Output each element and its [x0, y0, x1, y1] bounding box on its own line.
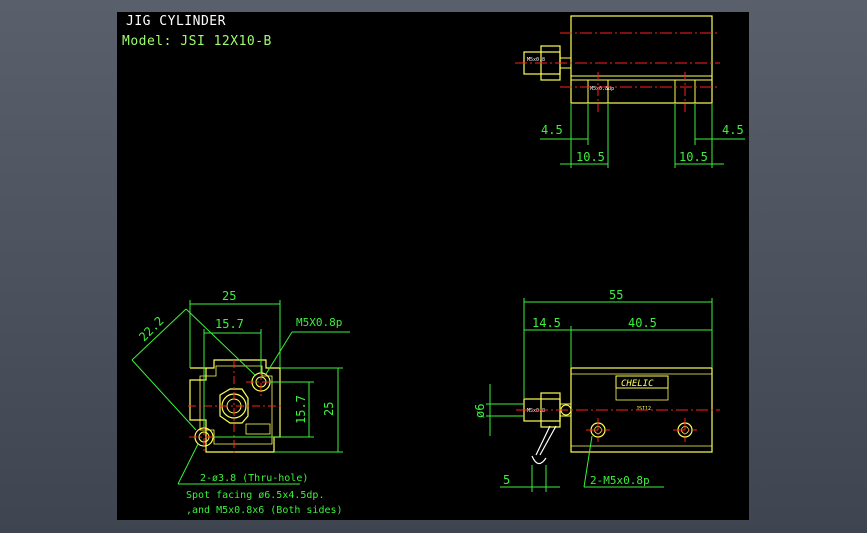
end-view-slot [245, 423, 271, 435]
wrench-sketch [531, 425, 557, 465]
dim-top-left-small: 4.5 [541, 123, 563, 137]
note-spot-facing: Spot facing ø6.5x4.5dp. [186, 490, 324, 501]
note-both-sides: ,and M5x0.8x6 (Both sides) [186, 505, 343, 516]
callout-end-thread: M5X0.8p [296, 316, 342, 329]
dim-end-hole-spacing: 15.7 [215, 317, 244, 331]
dim-end-diagonal: 22.2 [136, 314, 166, 344]
top-view: M5x0.8 M5x0.8dp 4.5 10.5 10.5 4.5 [515, 15, 745, 168]
dim-side-wrench: 5 [503, 473, 510, 487]
dim-end-width: 25 [222, 289, 236, 303]
dim-end-height: 25 [322, 402, 336, 416]
callout-side-ports: 2-M5x0.8p [590, 474, 650, 487]
top-view-rod-label: M5x0.8 [527, 57, 545, 63]
dim-top-left-large: 10.5 [576, 150, 605, 164]
dim-side-rod-dia: ø6 [473, 404, 487, 418]
end-view: 25 22.2 15.7 15.7 25 M5X0.8p 2-ø3.8 (Thr… [131, 289, 350, 516]
brand-label: CHELIC [621, 379, 654, 389]
dim-side-body: 40.5 [628, 316, 657, 330]
dim-side-rod: 14.5 [532, 316, 561, 330]
dim-top-right-large: 10.5 [679, 150, 708, 164]
note-thru-hole: 2-ø3.8 (Thru-hole) [200, 473, 308, 484]
dim-top-right-small: 4.5 [722, 123, 744, 137]
side-view: CHELIC JSI12 M5x0.8 55 14.5 40.5 ø6 5 2-… [473, 288, 720, 492]
dim-end-height-inner: 15.7 [294, 395, 308, 424]
dim-side-total: 55 [609, 288, 623, 302]
end-view-profile-inner [199, 365, 273, 445]
cad-drawing: M5x0.8 M5x0.8dp 4.5 10.5 10.5 4.5 25 22.… [131, 15, 745, 516]
model-label: JSI12 [636, 406, 651, 412]
side-view-label-sub [615, 387, 669, 401]
side-view-rod-label: M5x0.8 [527, 408, 545, 414]
